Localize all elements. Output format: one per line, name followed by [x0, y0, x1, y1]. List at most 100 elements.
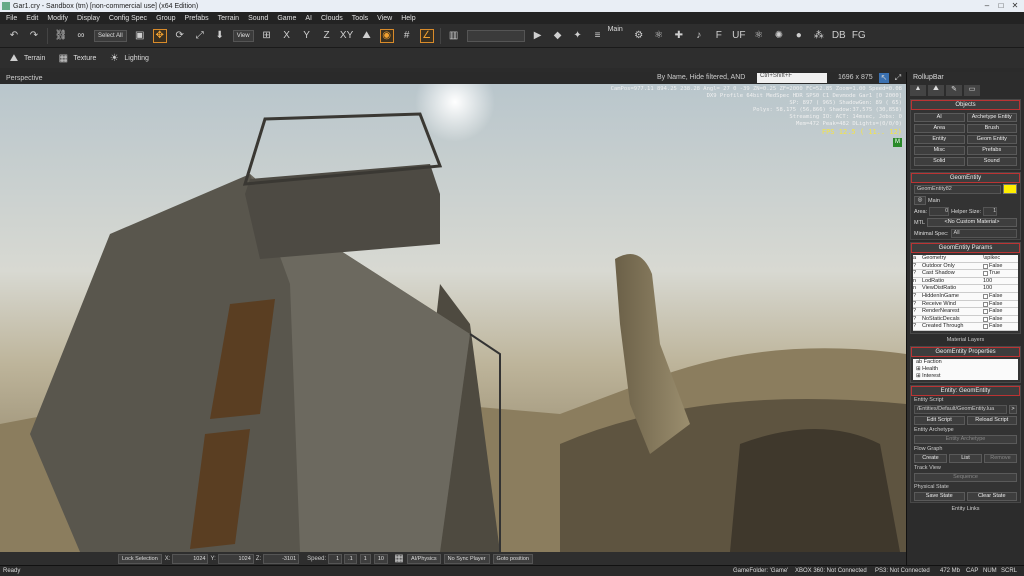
tree-item-interest[interactable]: ⊞ Interest	[913, 372, 1018, 380]
material-layers-header[interactable]: Material Layers	[907, 336, 1024, 344]
m-badge[interactable]: M	[893, 138, 902, 147]
geom-properties-header[interactable]: GeomEntity Properties	[911, 346, 1020, 357]
ai-icon[interactable]: ✦	[571, 29, 585, 43]
z-coord-input[interactable]: -3101	[263, 553, 300, 564]
select-all-dropdown[interactable]: Select All	[94, 29, 127, 42]
speed-input[interactable]: 1	[328, 553, 343, 564]
menu-tools[interactable]: Tools	[352, 15, 368, 22]
lock-selection-button[interactable]: Lock Selection	[118, 553, 162, 564]
edit-script-button[interactable]: Edit Script	[914, 415, 965, 425]
ai-physics-button[interactable]: AI/Physics	[406, 553, 441, 564]
geom-entity-button[interactable]: Geom Entity	[966, 135, 1017, 144]
menu-clouds[interactable]: Clouds	[321, 15, 343, 22]
network-icon[interactable]: ⁂	[812, 29, 826, 43]
axis-z-button[interactable]: Z	[320, 29, 334, 43]
layers-icon[interactable]: ≡	[591, 29, 605, 43]
physics-icon[interactable]: ⚛	[652, 29, 666, 43]
remove-flowgraph-button[interactable]: Remove	[984, 453, 1017, 463]
param-row[interactable]: a Geometry \spikec	[913, 255, 1018, 263]
ball-icon[interactable]: ●	[792, 29, 806, 43]
misc-button[interactable]: Misc	[914, 146, 965, 155]
terrain-tab-icon[interactable]: ⛰	[928, 85, 944, 96]
modify-tab-icon[interactable]: ✎	[946, 85, 962, 96]
objects-panel-header[interactable]: Objects	[911, 100, 1020, 110]
f-badge-icon[interactable]: F	[712, 29, 726, 43]
menu-display[interactable]: Display	[77, 15, 100, 22]
browse-script-button[interactable]: >	[1009, 404, 1017, 414]
texture-button[interactable]: Texture	[73, 55, 96, 62]
param-row[interactable]: n ViewDistRatio 100	[913, 285, 1018, 293]
terrain-snap-icon[interactable]: ⛰	[360, 29, 374, 43]
save-state-button[interactable]: Save State	[914, 491, 965, 501]
param-row[interactable]: ? HiddenInGame False	[913, 292, 1018, 301]
gear-icon[interactable]: ⚙	[632, 29, 646, 43]
layer-icon[interactable]: ◎	[914, 196, 926, 205]
unlink-icon[interactable]: ∞	[74, 29, 88, 43]
menu-modify[interactable]: Modify	[47, 15, 68, 22]
helper-size-input[interactable]: 1	[983, 207, 998, 216]
menu-view[interactable]: View	[377, 15, 392, 22]
axis-xy-button[interactable]: XY	[340, 29, 354, 43]
grid-icon[interactable]: #	[400, 29, 414, 43]
menu-config-spec[interactable]: Config Spec	[109, 15, 147, 22]
entity-links-header[interactable]: Entity Links	[907, 505, 1024, 513]
rotate-icon[interactable]: ⟳	[173, 29, 187, 43]
fg-button[interactable]: FG	[852, 29, 866, 43]
entity-color-swatch[interactable]	[1003, 184, 1017, 194]
speed-0-1-button[interactable]: .1	[344, 553, 357, 564]
list-flowgraph-button[interactable]: List	[949, 453, 982, 463]
x-coord-input[interactable]: 1024	[172, 553, 209, 564]
filter-mode-label[interactable]: By Name, Hide filtered, AND	[657, 74, 745, 81]
geom-params-header[interactable]: GeomEntity Params	[911, 243, 1020, 253]
object-search-input[interactable]: Ctrl+Shift+F	[757, 73, 827, 83]
lighting-button[interactable]: Lighting	[124, 55, 149, 62]
entity-script-path[interactable]: /Entities/Default/GeomEntity.lua	[914, 404, 1007, 414]
param-row[interactable]: ? Receive Wind False	[913, 300, 1018, 309]
terrain-icon[interactable]: ⛰	[7, 51, 21, 65]
sequence-button[interactable]: Sequence	[914, 472, 1017, 482]
layer-label[interactable]: Main	[608, 26, 623, 46]
menu-help[interactable]: Help	[401, 15, 415, 22]
menu-sound[interactable]: Sound	[248, 15, 268, 22]
menu-prefabs[interactable]: Prefabs	[185, 15, 209, 22]
menu-file[interactable]: File	[6, 15, 17, 22]
goto-position-button[interactable]: Goto position	[492, 553, 533, 564]
camera-icon[interactable]: ▶	[531, 29, 545, 43]
area-input[interactable]: 0	[929, 207, 950, 216]
y-coord-input[interactable]: 1024	[217, 553, 254, 564]
maximize-viewport-icon[interactable]: ⤢	[893, 73, 903, 83]
param-row[interactable]: ? Outdoor Only False	[913, 262, 1018, 271]
ai-object-button[interactable]: AI	[914, 113, 965, 122]
minimal-spec-select[interactable]: All	[950, 229, 1017, 238]
redo-icon[interactable]: ↷	[27, 29, 41, 43]
tree-item-health[interactable]: ⊞ Health	[913, 365, 1018, 373]
param-row[interactable]: ? Created Through False	[913, 323, 1018, 331]
reload-script-button[interactable]: Reload Script	[966, 415, 1017, 425]
archetype-entity-button[interactable]: Archetype Entity	[966, 113, 1017, 122]
selection-set-dropdown[interactable]	[466, 29, 525, 42]
param-row[interactable]: n LodRatio 100	[913, 277, 1018, 286]
3d-viewport[interactable]: CamPos=977.11 894.25 238.28 Angl= 27 0 -…	[0, 84, 906, 552]
entity-archetype-button[interactable]: Entity Archetype	[914, 434, 1017, 444]
menu-ai[interactable]: AI	[305, 15, 312, 22]
texture-icon[interactable]: ▦	[56, 51, 70, 65]
ruler-icon[interactable]: ▥	[447, 29, 461, 43]
menu-terrain[interactable]: Terrain	[218, 15, 239, 22]
undo-icon[interactable]: ↶	[7, 29, 21, 43]
menu-edit[interactable]: Edit	[26, 15, 38, 22]
clear-state-button[interactable]: Clear State	[966, 491, 1017, 501]
entity-button[interactable]: Entity	[914, 135, 965, 144]
area-button[interactable]: Area	[914, 124, 965, 133]
speed-1-button[interactable]: 1	[359, 553, 371, 564]
link-icon[interactable]: ⛓	[54, 29, 68, 43]
entity-panel-header[interactable]: Entity: GeomEntity	[911, 385, 1020, 396]
speed-10-button[interactable]: 10	[373, 553, 388, 564]
coord-system-dropdown[interactable]: View	[232, 29, 254, 42]
create-flowgraph-button[interactable]: Create	[914, 453, 947, 463]
move-icon[interactable]: ✥	[152, 28, 167, 43]
atom-icon[interactable]: ⚛	[752, 29, 766, 43]
no-sync-player-button[interactable]: No Sync Player	[443, 553, 490, 564]
entity-layer[interactable]: Main	[928, 198, 940, 204]
param-row[interactable]: ? Cast Shadow True	[913, 270, 1018, 278]
lighting-icon[interactable]: ☀	[107, 51, 121, 65]
